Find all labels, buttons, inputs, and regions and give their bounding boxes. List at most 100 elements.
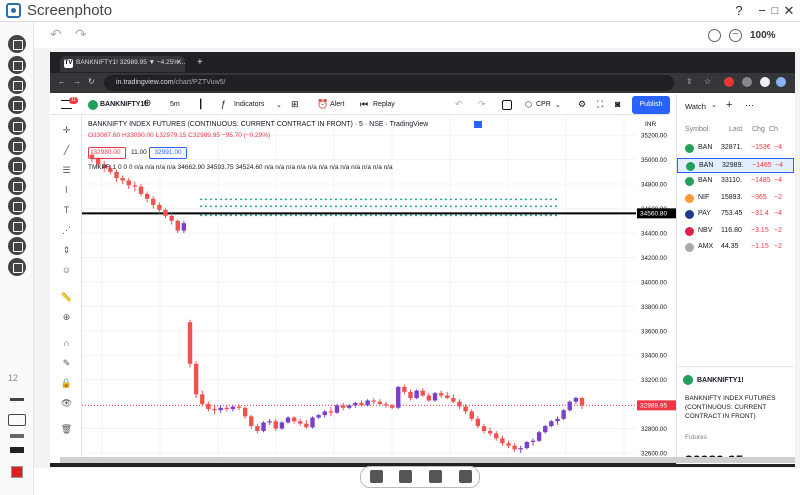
pencil-tool-icon[interactable] bbox=[8, 157, 26, 175]
ruler-icon[interactable]: 📏 bbox=[60, 292, 73, 302]
symbol-logo-icon bbox=[685, 193, 694, 203]
image-tool-icon[interactable] bbox=[8, 237, 26, 255]
hide-drawings-icon[interactable]: 👁 bbox=[60, 398, 73, 408]
indicators-dropdown-icon[interactable]: ⌄ bbox=[276, 101, 282, 109]
zoom-out-icon[interactable]: − bbox=[729, 29, 742, 42]
measure-icon[interactable]: ⇕ bbox=[60, 245, 73, 255]
blur-tool-icon[interactable] bbox=[8, 258, 26, 276]
back-icon[interactable]: ← bbox=[58, 77, 66, 86]
add-symbol-icon[interactable]: + bbox=[726, 99, 732, 111]
symbol-search-button[interactable]: BANKNIFTY1! bbox=[100, 101, 147, 108]
trend-line-icon[interactable]: ╱ bbox=[60, 145, 73, 155]
marker-tool-icon[interactable] bbox=[8, 137, 26, 155]
row-last: 753.45 bbox=[721, 210, 743, 217]
pattern-icon[interactable]: ⌇ bbox=[60, 185, 73, 195]
watchlist-row[interactable]: NBV 116.80 −3.15 −2 bbox=[677, 224, 794, 239]
alert-button[interactable]: Alert bbox=[330, 101, 344, 108]
candle-body bbox=[494, 433, 499, 439]
watchlist-row[interactable]: PAY 753.45 −31.4 −4 bbox=[677, 207, 794, 222]
fullscreen-icon[interactable]: ⛶ bbox=[597, 99, 603, 110]
pen-tool-icon[interactable] bbox=[8, 117, 26, 135]
col-chg: Chg bbox=[752, 126, 765, 133]
watchlist-row[interactable]: NIF 15893. −365. −2 bbox=[677, 191, 794, 206]
replay-button[interactable]: Replay bbox=[373, 101, 395, 108]
line-width-medium[interactable] bbox=[8, 414, 26, 426]
watchlist-settings-icon[interactable]: ⋯ bbox=[745, 100, 754, 111]
layouts-icon[interactable]: ⊞ bbox=[291, 99, 299, 110]
lock-drawings-icon[interactable]: 🔒 bbox=[60, 378, 73, 388]
save-icon[interactable] bbox=[370, 470, 383, 483]
stay-drawing-mode-icon[interactable]: ✎ bbox=[60, 358, 73, 368]
zoom-in-chart-icon[interactable]: ⊕ bbox=[60, 312, 73, 322]
circle-tool-icon[interactable] bbox=[8, 177, 26, 195]
sell-button[interactable]: 32980.00 bbox=[88, 147, 126, 159]
layout-rectangle-icon[interactable] bbox=[502, 100, 512, 110]
font-size-select[interactable]: 12 bbox=[8, 373, 18, 383]
chart-undo-icon[interactable]: ↶ bbox=[455, 99, 463, 110]
rectangle-tool-icon[interactable] bbox=[8, 197, 26, 215]
candle-body bbox=[359, 402, 364, 406]
flag-icon[interactable] bbox=[474, 121, 482, 128]
divider bbox=[678, 366, 794, 367]
extension-icon[interactable] bbox=[724, 77, 734, 87]
forward-icon[interactable]: → bbox=[73, 77, 81, 86]
zoom-search-icon[interactable] bbox=[708, 29, 721, 42]
reload-icon[interactable]: ↻ bbox=[88, 77, 95, 86]
chart-type-candles-icon[interactable]: ┃ bbox=[198, 99, 203, 110]
cpr-template-button[interactable]: CPR bbox=[536, 101, 551, 108]
settings-gear-icon[interactable]: ⚙ bbox=[578, 99, 586, 110]
candle-body bbox=[579, 398, 585, 406]
publish-button[interactable]: Publish bbox=[632, 96, 670, 114]
fib-retracement-icon[interactable]: ☰ bbox=[60, 165, 73, 175]
profile-avatar[interactable] bbox=[776, 77, 786, 87]
url-field[interactable]: in.tradingview.com/chart/PZTVuw5/ bbox=[104, 75, 674, 91]
compare-symbol-icon[interactable]: ⊕ bbox=[143, 98, 151, 109]
extension-icon[interactable] bbox=[742, 77, 752, 87]
row-symbol: AMX bbox=[698, 243, 714, 250]
emoji-icon[interactable]: ☺ bbox=[60, 265, 73, 275]
snapshot-camera-icon[interactable]: ◙ bbox=[615, 99, 620, 109]
indicators-button[interactable]: Indicators bbox=[234, 101, 264, 108]
undo-icon[interactable]: ↶ bbox=[50, 26, 62, 43]
buy-button[interactable]: 32991.00 bbox=[149, 147, 187, 159]
watchlist-row[interactable]: AMX 44.35 −1.15 −2 bbox=[677, 240, 794, 255]
new-tab-icon[interactable]: + bbox=[197, 57, 203, 68]
text-annotation-icon[interactable]: T bbox=[60, 205, 73, 215]
watchlist-row[interactable]: BAN 32989. −1465 −4 bbox=[677, 157, 794, 173]
arrow-tool-icon[interactable] bbox=[8, 35, 26, 53]
magnet-icon[interactable]: ∩ bbox=[60, 338, 73, 348]
watchlist-title[interactable]: Watch bbox=[685, 102, 706, 111]
help-button[interactable]: ? bbox=[730, 2, 748, 20]
copy-icon[interactable] bbox=[459, 470, 472, 483]
upload-icon[interactable] bbox=[399, 470, 412, 483]
chart-redo-icon[interactable]: ↷ bbox=[478, 99, 486, 110]
print-icon[interactable] bbox=[429, 470, 442, 483]
line-width-thick[interactable] bbox=[10, 434, 24, 438]
extension-icon[interactable] bbox=[760, 77, 770, 87]
watchlist-row[interactable]: BAN 33110. −1485 −4 bbox=[677, 174, 794, 189]
candle-body bbox=[255, 426, 260, 431]
tab-close-icon[interactable]: ✕ bbox=[176, 58, 182, 66]
redo-icon[interactable]: ↷ bbox=[75, 26, 87, 43]
arrow-right-tool-icon[interactable] bbox=[8, 96, 26, 114]
close-button[interactable]: ✕ bbox=[780, 2, 798, 20]
watchlist-row[interactable]: BAN 32871. −153€ −4 bbox=[677, 141, 794, 156]
color-swatch[interactable] bbox=[11, 466, 23, 478]
interval-button[interactable]: 5m bbox=[170, 101, 180, 108]
crop-tool-icon[interactable] bbox=[8, 56, 26, 74]
text-tool-icon[interactable] bbox=[8, 76, 26, 94]
forecast-icon[interactable]: ⋰ bbox=[60, 225, 73, 235]
bookmark-star-icon[interactable]: ☆ bbox=[704, 77, 711, 86]
candle-body bbox=[389, 405, 395, 408]
horizontal-scrollbar[interactable] bbox=[60, 457, 795, 463]
remove-drawings-icon[interactable]: 🗑 bbox=[60, 424, 73, 434]
crosshair-icon[interactable]: ✛ bbox=[60, 125, 73, 135]
step-number-tool-icon[interactable] bbox=[8, 217, 26, 235]
line-width-bold[interactable] bbox=[10, 447, 24, 453]
row-change: −3.15 bbox=[751, 226, 769, 234]
watchlist-dropdown-icon[interactable]: ⌄ bbox=[711, 101, 717, 109]
line-width-thin[interactable] bbox=[10, 398, 24, 401]
cpr-dropdown-icon[interactable]: ⌄ bbox=[555, 101, 561, 109]
candle-body bbox=[279, 422, 285, 429]
share-icon[interactable]: ⇪ bbox=[686, 77, 693, 86]
